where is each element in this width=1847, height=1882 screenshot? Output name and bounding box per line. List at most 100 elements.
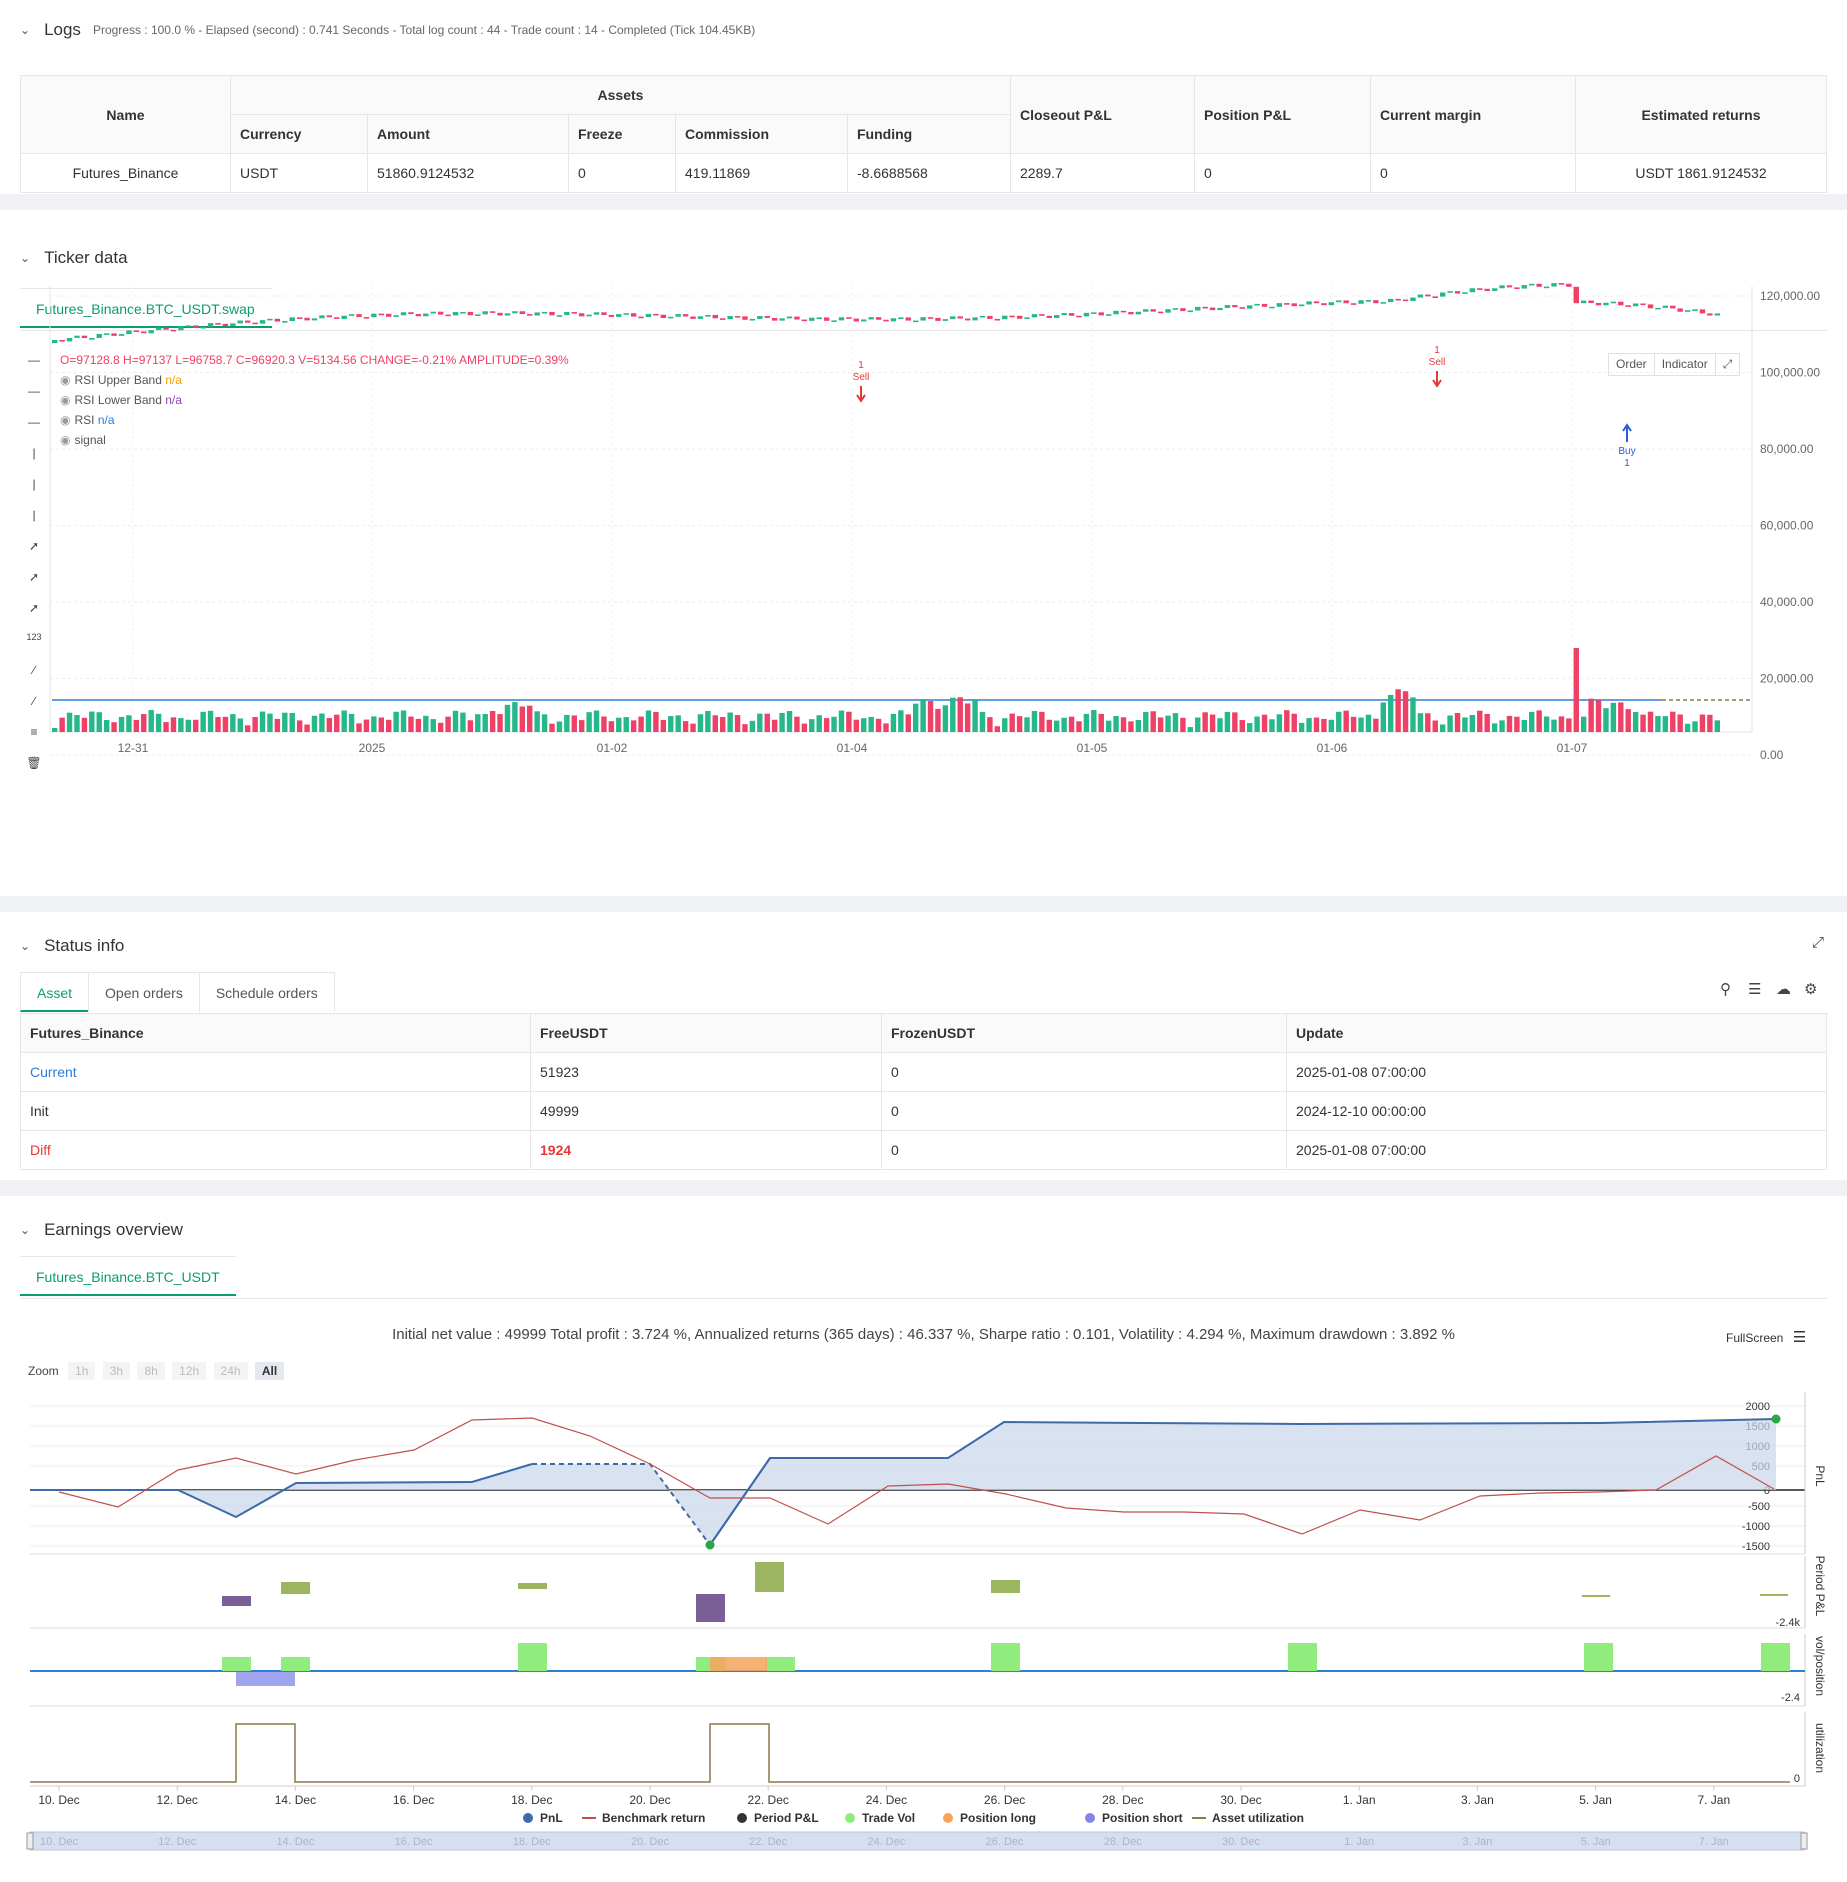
- candle: [1054, 315, 1060, 318]
- axis-title: utilization: [1813, 1723, 1827, 1773]
- candle: [571, 312, 577, 314]
- volume-bar: [1046, 719, 1052, 732]
- candlestick-chart[interactable]: 120,000.00100,000.0080,000.0060,000.0040…: [0, 210, 1847, 896]
- marker-count: 1: [1434, 345, 1440, 356]
- candle: [898, 317, 904, 319]
- candle: [430, 311, 436, 314]
- volume-bar: [519, 706, 526, 732]
- volume-bar: [1595, 700, 1602, 732]
- volume-bar: [1625, 709, 1631, 732]
- candle: [215, 323, 221, 325]
- candle: [1269, 306, 1275, 309]
- volume-bar: [660, 719, 667, 732]
- candle: [1491, 288, 1498, 291]
- candle: [1477, 288, 1483, 290]
- navigator-tick-label: 30. Dec: [1222, 1836, 1260, 1848]
- candle: [1031, 314, 1038, 318]
- candle: [237, 320, 243, 324]
- candle: [749, 318, 756, 321]
- volume-bar: [809, 719, 815, 732]
- candle: [1254, 303, 1260, 306]
- candle: [467, 311, 474, 316]
- status-header[interactable]: ⌄ Status info: [20, 936, 124, 956]
- candle: [348, 314, 355, 316]
- tab-schedule-orders[interactable]: Schedule orders: [198, 972, 335, 1012]
- collapse-icon[interactable]: ⤢: [1812, 934, 1824, 951]
- period-pnl-bar: [518, 1583, 547, 1589]
- volume-bar: [1543, 716, 1550, 732]
- price-grid: [49, 286, 1753, 756]
- candle: [1291, 303, 1297, 307]
- volume-bar: [393, 711, 399, 732]
- candle: [1209, 307, 1216, 311]
- col-position: Position P&L: [1194, 75, 1371, 154]
- cloud-download-icon[interactable]: ☁: [1776, 980, 1791, 998]
- volume-bar: [1677, 714, 1683, 732]
- x-axis-labels: 12-31 2025 01-02 01-04 01-05 01-06 01-07: [118, 741, 1588, 755]
- period-min-label: -2.4k: [1776, 1617, 1801, 1629]
- navigator-tick-label: 14. Dec: [276, 1836, 314, 1848]
- marker-label: Buy: [1618, 446, 1635, 457]
- volume-bar: [1284, 710, 1290, 732]
- volume-bar: [504, 704, 511, 732]
- cell-frozen: 0: [881, 1091, 1287, 1131]
- search-icon[interactable]: ⚲: [1720, 980, 1731, 998]
- period-pnl-bar: [1760, 1594, 1788, 1596]
- volume-bar: [430, 719, 436, 732]
- candle: [1187, 310, 1194, 313]
- trade-vol-bar: [991, 1643, 1020, 1671]
- position-short-bar: [236, 1672, 295, 1686]
- candle: [705, 315, 711, 317]
- volume-bar: [52, 728, 58, 732]
- candle: [1714, 313, 1720, 316]
- logs-header[interactable]: ⌄ Logs Progress : 100.0 % - Elapsed (sec…: [20, 20, 755, 40]
- candle: [1388, 298, 1394, 303]
- tab-open-orders[interactable]: Open orders: [88, 972, 200, 1012]
- list-icon[interactable]: ☰: [1748, 980, 1761, 998]
- y-tick-label: 100,000.00: [1760, 366, 1820, 380]
- volume-bar: [816, 715, 822, 732]
- candle: [230, 323, 236, 327]
- row-label-current[interactable]: Current: [20, 1052, 531, 1092]
- x-tick-label: 20. Dec: [629, 1793, 670, 1807]
- volume-bar: [118, 716, 125, 732]
- volume-bar: [623, 717, 629, 732]
- volume-bar: [593, 710, 600, 732]
- chevron-down-icon[interactable]: ⌄: [20, 939, 30, 953]
- volume-bar: [1135, 719, 1142, 732]
- volume-bar: [898, 710, 904, 732]
- candle: [1632, 303, 1639, 307]
- volume-bar: [1380, 702, 1386, 732]
- earnings-series: PnL Benchmark return Period P&L Trade Vol Po…: [26, 1414, 1808, 1851]
- candle: [1692, 309, 1698, 311]
- volume-bar: [638, 716, 644, 732]
- tab-asset[interactable]: Asset: [20, 972, 90, 1012]
- volume-bar: [1469, 715, 1476, 732]
- volume-bar: [734, 715, 741, 732]
- earnings-chart[interactable]: 2000150010005000-500-1000-1500PnLPeriod …: [0, 1196, 1847, 1882]
- cell-position: 0: [1194, 153, 1371, 193]
- navigator-handle-left: [26, 1832, 34, 1850]
- candle: [1039, 314, 1045, 316]
- volume-bar: [920, 699, 926, 732]
- volume-bar: [1016, 716, 1023, 732]
- candle: [1454, 291, 1461, 294]
- candle: [1306, 301, 1312, 305]
- candle: [222, 323, 229, 327]
- trade-vol-bar: [766, 1657, 795, 1671]
- candle: [593, 312, 600, 315]
- volume-bar: [1276, 714, 1283, 732]
- volume-bar: [883, 723, 889, 732]
- col-frozen: FrozenUSDT: [881, 1013, 1287, 1053]
- candle: [1707, 313, 1713, 316]
- gear-icon[interactable]: ⚙: [1804, 980, 1817, 998]
- legend-label: Position short: [1102, 1811, 1183, 1825]
- volume-bar: [586, 712, 592, 732]
- candle: [1662, 305, 1669, 308]
- trade-vol-bar: [222, 1657, 251, 1671]
- candle: [170, 329, 177, 332]
- candle: [1120, 310, 1127, 313]
- chevron-down-icon[interactable]: ⌄: [20, 23, 30, 37]
- volume-bar: [1603, 708, 1609, 732]
- cell-update: 2025-01-08 07:00:00: [1286, 1052, 1827, 1092]
